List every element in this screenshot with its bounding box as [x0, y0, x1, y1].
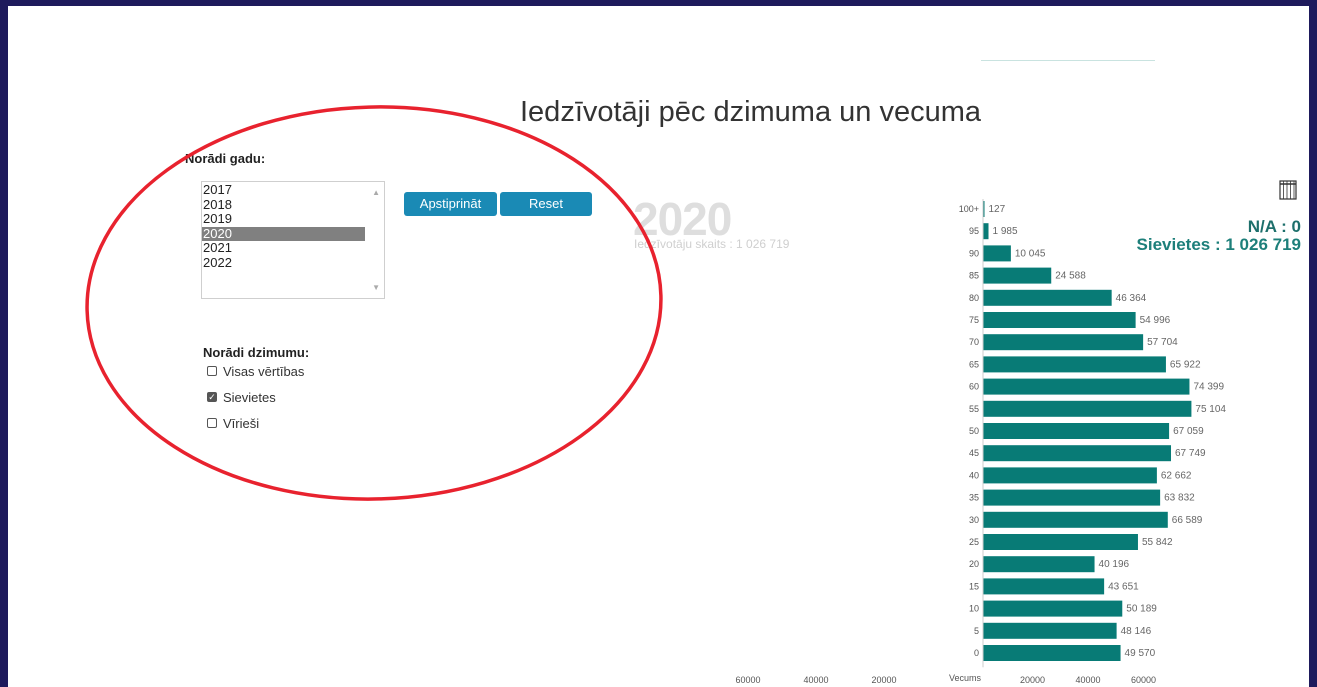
age-tick-label: 65	[969, 359, 979, 369]
bar	[983, 556, 1095, 573]
bar-value-label: 46 364	[1116, 293, 1147, 304]
bar	[983, 267, 1052, 284]
bar	[983, 467, 1157, 484]
bar-value-label: 74 399	[1193, 382, 1224, 393]
x-tick-label: 60000	[735, 675, 760, 685]
bar	[983, 245, 1011, 262]
bar-value-label: 55 842	[1142, 537, 1173, 548]
bar-value-label: 62 662	[1161, 470, 1192, 481]
age-tick-label: 75	[969, 315, 979, 325]
bar	[983, 511, 1168, 528]
age-tick-label: 95	[969, 226, 979, 236]
bar-value-label: 75 104	[1195, 404, 1226, 415]
bar	[983, 378, 1190, 395]
age-tick-label: 45	[969, 448, 979, 458]
bar-value-label: 57 704	[1147, 337, 1178, 348]
age-tick-label: 90	[969, 248, 979, 258]
age-tick-label: 30	[969, 515, 979, 525]
bar-value-label: 24 588	[1055, 271, 1086, 282]
age-tick-label: 55	[969, 404, 979, 414]
x-tick-label: 60000	[1131, 675, 1156, 685]
bar	[983, 600, 1123, 617]
bar-value-label: 48 146	[1121, 626, 1152, 637]
x-tick-label: 40000	[803, 675, 828, 685]
bar-value-label: 50 189	[1126, 604, 1157, 615]
age-tick-label: 15	[969, 581, 979, 591]
x-axis-title: Vecums	[949, 673, 982, 683]
bar-value-label: 67 749	[1175, 448, 1206, 459]
bar	[983, 400, 1192, 417]
bar	[983, 534, 1138, 550]
age-tick-label: 70	[969, 337, 979, 347]
bar	[983, 223, 989, 240]
population-pyramid-chart: 100+ 12795 1 98590 10 04585 24 58880 46 36475…	[735, 199, 1226, 685]
age-tick-label: 25	[969, 537, 979, 547]
bar	[983, 445, 1172, 462]
bar-value-label: 43 651	[1108, 581, 1139, 592]
age-tick-label: 60	[969, 382, 979, 392]
age-tick-label: 0	[974, 648, 979, 658]
bar	[983, 289, 1112, 306]
bar-value-label: 10 045	[1015, 248, 1046, 259]
bar	[983, 356, 1166, 373]
bar-value-label: 49 570	[1125, 648, 1156, 659]
age-tick-label: 100+	[959, 204, 979, 214]
age-tick-label: 50	[969, 426, 979, 436]
bar-value-label: 40 196	[1099, 559, 1130, 570]
bar-value-label: 66 589	[1172, 515, 1203, 526]
bar	[983, 334, 1144, 351]
bar	[983, 578, 1105, 595]
age-tick-label: 85	[969, 271, 979, 281]
age-tick-label: 40	[969, 470, 979, 480]
x-tick-label: 20000	[871, 675, 896, 685]
dashboard-canvas: Iedzīvotāji pēc dzimuma un vecuma Norādi…	[8, 6, 1309, 687]
x-tick-label: 20000	[1020, 675, 1045, 685]
bar-value-label: 65 922	[1170, 359, 1201, 370]
bar	[983, 423, 1170, 439]
bar	[983, 645, 1121, 661]
age-tick-label: 35	[969, 493, 979, 503]
bar-value-label: 67 059	[1173, 426, 1204, 437]
age-tick-label: 20	[969, 559, 979, 569]
bar	[983, 489, 1161, 506]
bar-value-label: 54 996	[1140, 315, 1171, 326]
bar-value-label: 1 985	[993, 226, 1018, 237]
age-tick-label: 5	[974, 626, 979, 636]
bar-value-label: 127	[989, 204, 1006, 215]
bar	[983, 622, 1117, 639]
x-tick-label: 40000	[1075, 675, 1100, 685]
age-tick-label: 80	[969, 293, 979, 303]
age-tick-label: 10	[969, 604, 979, 614]
bar	[983, 312, 1136, 328]
bar-value-label: 63 832	[1164, 493, 1195, 504]
